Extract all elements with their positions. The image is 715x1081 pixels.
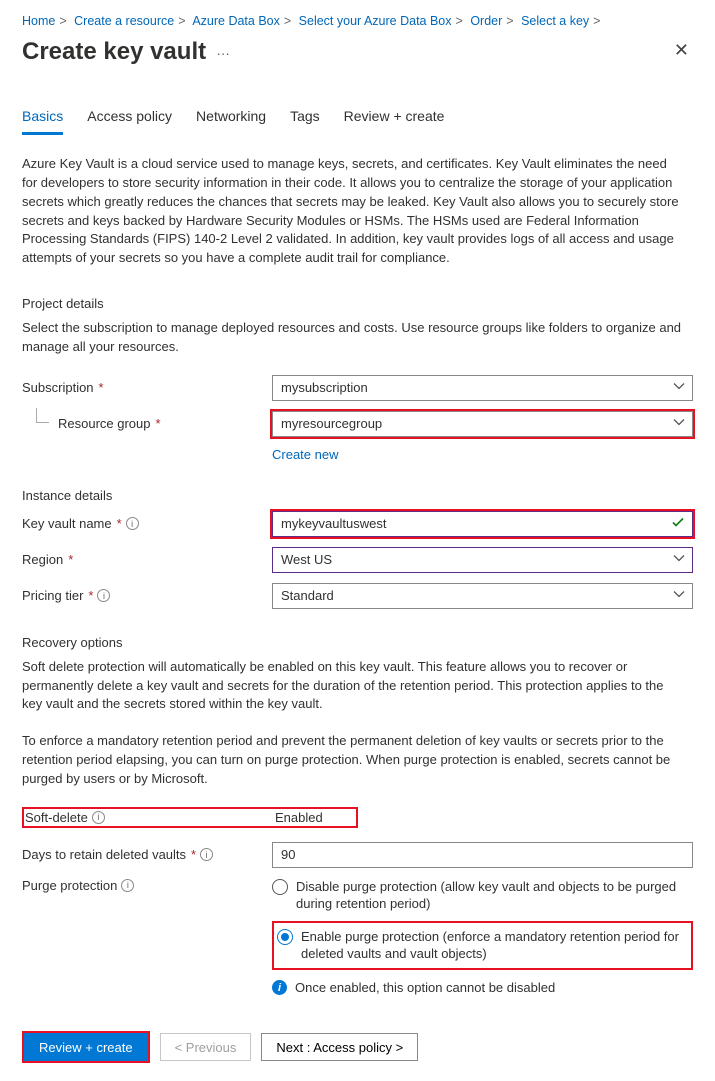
- info-icon[interactable]: i: [121, 879, 134, 892]
- resource-group-label: Resource group: [58, 416, 151, 431]
- project-sub: Select the subscription to manage deploy…: [22, 319, 682, 357]
- purge-disable-label: Disable purge protection (allow key vaul…: [296, 878, 693, 913]
- info-icon[interactable]: i: [92, 811, 105, 824]
- keyvault-name-input[interactable]: mykeyvaultuswest: [272, 511, 693, 537]
- intro-text: Azure Key Vault is a cloud service used …: [22, 155, 682, 268]
- region-select[interactable]: West US: [272, 547, 693, 573]
- retain-days-value: 90: [281, 847, 295, 862]
- breadcrumb-link[interactable]: Select your Azure Data Box: [299, 14, 452, 28]
- close-icon[interactable]: ✕: [670, 36, 693, 65]
- retain-days-input[interactable]: 90: [272, 842, 693, 868]
- soft-delete-value: Enabled: [275, 810, 323, 825]
- tab-review-create[interactable]: Review + create: [344, 102, 445, 135]
- retain-days-label: Days to retain deleted vaults: [22, 847, 186, 862]
- pricing-tier-select[interactable]: Standard: [272, 583, 693, 609]
- subscription-value: mysubscription: [281, 380, 368, 395]
- breadcrumb-link[interactable]: Home: [22, 14, 55, 28]
- tab-access-policy[interactable]: Access policy: [87, 102, 172, 135]
- resource-group-value: myresourcegroup: [281, 416, 382, 431]
- tab-networking[interactable]: Networking: [196, 102, 266, 135]
- more-icon[interactable]: …: [216, 42, 230, 58]
- breadcrumb-link[interactable]: Select a key: [521, 14, 589, 28]
- radio-icon: [277, 929, 293, 945]
- tab-basics[interactable]: Basics: [22, 102, 63, 135]
- radio-icon: [272, 879, 288, 895]
- page-title: Create key vault: [22, 38, 206, 66]
- subscription-label: Subscription: [22, 380, 94, 395]
- info-icon: i: [272, 980, 287, 995]
- pricing-tier-value: Standard: [281, 588, 334, 603]
- info-icon[interactable]: i: [97, 589, 110, 602]
- purge-disable-radio[interactable]: Disable purge protection (allow key vaul…: [272, 878, 693, 913]
- instance-heading: Instance details: [22, 488, 693, 503]
- recovery-heading: Recovery options: [22, 635, 693, 650]
- purge-enable-label: Enable purge protection (enforce a manda…: [301, 928, 688, 963]
- breadcrumb-link[interactable]: Create a resource: [74, 14, 174, 28]
- tabs: Basics Access policy Networking Tags Rev…: [22, 102, 693, 135]
- region-label: Region: [22, 552, 63, 567]
- recovery-sub2: To enforce a mandatory retention period …: [22, 732, 682, 789]
- info-icon[interactable]: i: [200, 848, 213, 861]
- review-create-button[interactable]: Review + create: [24, 1033, 148, 1061]
- create-new-link[interactable]: Create new: [272, 447, 338, 462]
- subscription-select[interactable]: mysubscription: [272, 375, 693, 401]
- keyvault-name-label: Key vault name: [22, 516, 112, 531]
- pricing-tier-label: Pricing tier: [22, 588, 83, 603]
- region-value: West US: [281, 552, 332, 567]
- soft-delete-label: Soft-delete: [25, 810, 88, 825]
- resource-group-select[interactable]: myresourcegroup: [272, 411, 693, 437]
- purge-enable-radio[interactable]: Enable purge protection (enforce a manda…: [275, 924, 690, 967]
- breadcrumb-link[interactable]: Order: [470, 14, 502, 28]
- purge-protection-label: Purge protection: [22, 878, 117, 893]
- breadcrumb-link[interactable]: Azure Data Box: [192, 14, 280, 28]
- keyvault-name-value: mykeyvaultuswest: [281, 516, 386, 531]
- purge-note: Once enabled, this option cannot be disa…: [295, 980, 555, 995]
- recovery-sub1: Soft delete protection will automaticall…: [22, 658, 682, 715]
- project-heading: Project details: [22, 296, 693, 311]
- tab-tags[interactable]: Tags: [290, 102, 320, 135]
- previous-button[interactable]: < Previous: [160, 1033, 252, 1061]
- breadcrumb: Home> Create a resource> Azure Data Box>…: [22, 14, 693, 28]
- next-button[interactable]: Next : Access policy >: [261, 1033, 418, 1061]
- info-icon[interactable]: i: [126, 517, 139, 530]
